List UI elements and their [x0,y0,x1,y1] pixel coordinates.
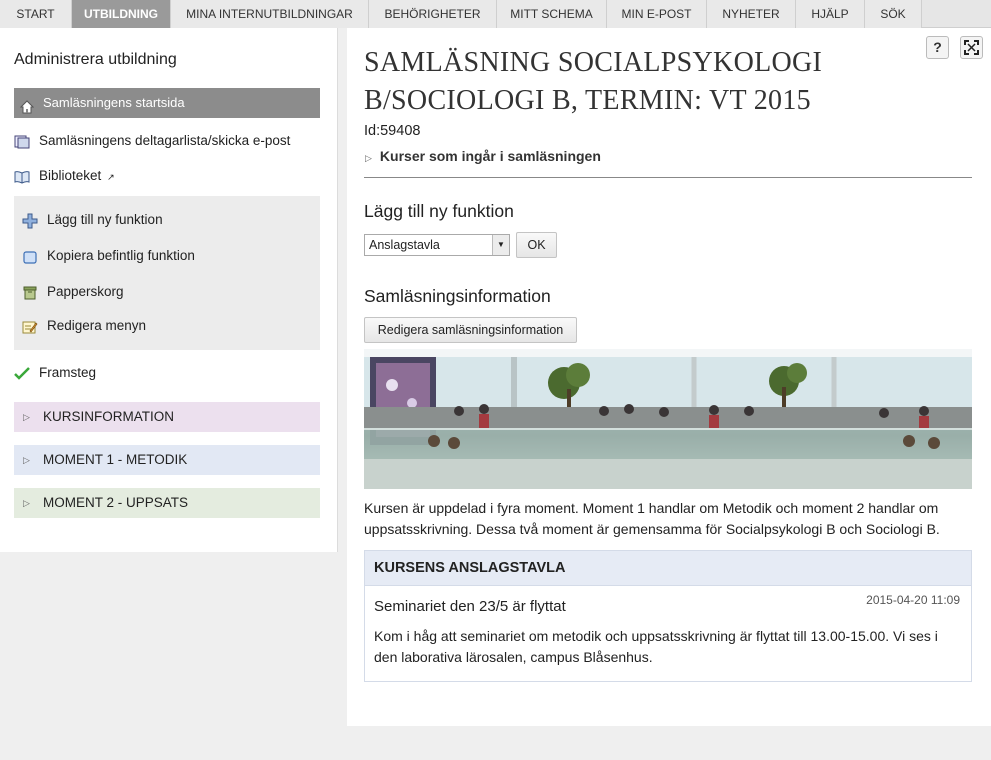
sidebar-item-label: Samläsningens startsida [43,95,185,110]
tool-label: Redigera menyn [47,318,147,333]
page-id: Id:59408 [364,123,421,139]
post-date: 2015-04-20 11:09 [866,593,960,607]
tool-label: Papperskorg [47,284,124,299]
expand-triangle-icon: ▷ [23,455,30,465]
plus-icon [22,213,38,229]
sidebar: Administrera utbildning Samläsningens st… [0,28,338,552]
tab-utbildning[interactable]: UTBILDNING [72,0,171,28]
sidebar-title: Administrera utbildning [14,51,177,68]
divider [364,177,972,178]
section-label: MOMENT 1 - METODIK [43,452,188,467]
expand-icon [964,40,979,58]
trash-icon [22,285,38,300]
top-navigation: START UTBILDNING MINA INTERNUTBILDNINGAR… [0,0,991,28]
copy-icon [22,249,38,264]
help-button[interactable]: ? [926,36,949,59]
tool-label: Lägg till ny funktion [47,212,163,227]
book-icon [14,169,30,184]
sidebar-item-label: Samläsningens deltagarlista/skicka e-pos… [39,133,291,148]
function-select[interactable]: Anslagstavla ▼ [364,234,510,256]
main-content: ? SAMLÄSNING SOCIALPSYKOLOGI B/SOCIOLOGI… [347,28,991,726]
tool-edit-menu[interactable]: Redigera menyn [22,315,146,337]
tab-mitt-schema[interactable]: MITT SCHEMA [497,0,607,28]
chevron-down-icon: ▼ [492,235,509,255]
sidebar-item-biblioteket[interactable]: Biblioteket ↗ [14,165,115,187]
section-moment-1[interactable]: ▷ MOMENT 1 - METODIK [14,445,320,475]
info-description: Kursen är uppdelad i fyra moment. Moment… [364,500,940,537]
courses-toggle-label: Kurser som ingår i samläsningen [379,148,601,164]
section-kursinformation[interactable]: ▷ KURSINFORMATION [14,402,320,432]
tool-papperskorg[interactable]: Papperskorg [22,281,124,303]
page-title: SAMLÄSNING SOCIALPSYKOLOGI B/SOCIOLOGI B… [364,47,823,116]
tab-sok[interactable]: SÖK [865,0,922,28]
tab-behorigheter[interactable]: BEHÖRIGHETER [369,0,497,28]
sidebar-item-participants[interactable]: Samläsningens deltagarlista/skicka e-pos… [14,130,290,152]
external-link-icon: ↗ [107,172,115,182]
post-body: Kom i håg att seminariet om metodik och … [374,628,938,665]
sidebar-item-label: Framsteg [39,365,97,380]
section-label: KURSINFORMATION [43,409,174,424]
notice-board: KURSENS ANSLAGSTAVLA Seminariet den 23/5… [364,550,972,682]
info-heading: Samläsningsinformation [364,286,551,306]
tool-label: Kopiera befintlig funktion [47,248,195,263]
courses-toggle[interactable]: ▷ Kurser som ingår i samläsningen [365,148,601,164]
fullscreen-button[interactable] [960,36,983,59]
expand-triangle-icon: ▷ [23,412,30,422]
post-title[interactable]: Seminariet den 23/5 är flyttat [374,598,566,615]
home-icon [19,95,35,114]
section-label: MOMENT 2 - UPPSATS [43,495,189,510]
expand-triangle-icon: ▷ [365,153,372,163]
sidebar-item-startsida[interactable]: Samläsningens startsida [14,88,320,118]
edit-menu-icon [22,319,38,334]
banner-image [364,349,972,489]
tab-mina-internutbildningar[interactable]: MINA INTERNUTBILDNINGAR [171,0,369,28]
expand-triangle-icon: ▷ [23,498,30,508]
participants-icon [14,134,30,149]
ok-button[interactable]: OK [516,232,557,258]
tools-box: Lägg till ny funktion Kopiera befintlig … [14,196,320,350]
tab-min-e-post[interactable]: MIN E-POST [607,0,707,28]
notice-board-heading: KURSENS ANSLAGSTAVLA [365,551,971,586]
sidebar-item-framsteg[interactable]: Framsteg [14,362,96,384]
edit-info-button[interactable]: Redigera samläsningsinformation [364,317,577,343]
tool-copy-function[interactable]: Kopiera befintlig funktion [22,245,195,267]
tab-hjalp[interactable]: HJÄLP [796,0,865,28]
tool-add-function[interactable]: Lägg till ny funktion [22,209,163,231]
sidebar-item-label: Biblioteket [39,168,102,183]
tab-nyheter[interactable]: NYHETER [707,0,796,28]
function-select-value: Anslagstavla [369,238,440,252]
checkmark-icon [14,366,30,380]
add-function-heading: Lägg till ny funktion [364,201,514,221]
section-moment-2[interactable]: ▷ MOMENT 2 - UPPSATS [14,488,320,518]
tab-start[interactable]: START [0,0,72,28]
